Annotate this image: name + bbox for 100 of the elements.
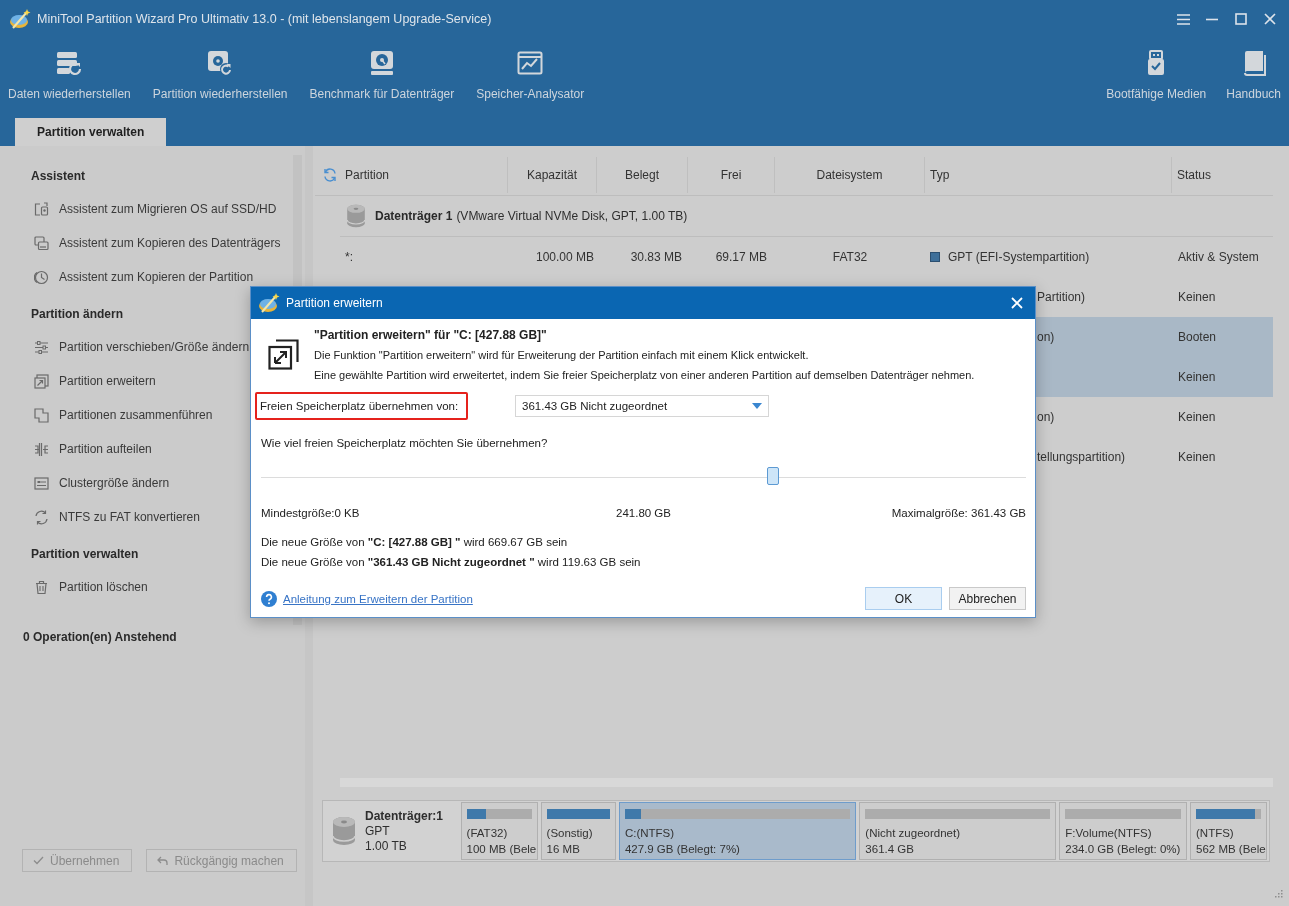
section-title: Partition ändern (31, 306, 123, 323)
toolbar-button[interactable]: Handbuch (1220, 38, 1287, 107)
partition-label: (FAT32) (466, 826, 508, 841)
expand-arrows-icon (34, 373, 49, 389)
caret-icon (752, 403, 762, 409)
dialog-title: Partition erweitern (286, 296, 383, 310)
table-cell-text: 69.17 MB (714, 249, 768, 266)
table-cell-text: Keinen (1177, 449, 1217, 466)
sidebar-item[interactable]: NTFS zu FAT konvertieren (34, 500, 202, 534)
maximize-icon (1235, 13, 1247, 25)
toolbar-button[interactable]: Benchmark für Datenträger (303, 38, 461, 107)
partition-label: (Nicht zugeordnet) (865, 826, 960, 841)
partition-size: 361.4 GB (865, 842, 914, 857)
question-text: Wie viel freien Speicherplatz möchten Sie übernehmen? (261, 436, 548, 451)
square-icon (930, 252, 940, 262)
table-cell-text: Keinen (1177, 409, 1217, 426)
close-icon (1264, 13, 1276, 25)
sidebar-item[interactable]: Partition erweitern (34, 364, 158, 398)
partition-label: F:Volume(NTFS) (1065, 826, 1152, 841)
table-cell: Partition) (1037, 290, 1086, 304)
section-title: Partition verwalten (31, 546, 139, 563)
partition-label: C:(NTFS) (624, 826, 675, 841)
disk-copy-icon (34, 235, 49, 251)
convert-arrows-icon (34, 509, 49, 525)
split-icon (34, 441, 49, 457)
pending-operations: 0 Operation(en) Anstehend (23, 629, 177, 646)
min-size-label: Mindestgröße:0 KB (261, 506, 360, 521)
partition-label: (Sonstig) (546, 826, 593, 841)
column-header[interactable]: Frei (688, 157, 775, 193)
partition-size: 16 MB (546, 842, 580, 857)
cancel-button[interactable]: Abbrechen (949, 587, 1026, 610)
toolbar-button[interactable]: Partition wiederherstellen (146, 38, 294, 107)
column-header[interactable]: Belegt (597, 157, 688, 193)
disk-label: Datenträger:1 (365, 808, 444, 824)
window-title: MiniTool Partition Wizard Pro Ultimativ 13.0 - (mit lebenslangem Upgrade-Service) (37, 12, 492, 26)
partition-block[interactable]: (Nicht zugeordnet) 361.4 GB (859, 802, 1057, 860)
refresh-icon[interactable] (323, 168, 337, 182)
result-text: Die neue Größe von "361.43 GB Nicht zugeordnet " wird 119.63 GB sein (261, 555, 641, 570)
table-cell-text: 30.83 MB (629, 249, 683, 266)
toolbar-button[interactable]: Daten wiederherstellen (2, 38, 137, 107)
sliders-icon (34, 339, 49, 355)
wizard-logo-icon (258, 292, 280, 314)
tab[interactable]: Partition verwalten (15, 118, 167, 146)
partition-size: 427.9 GB (Belegt: 7%) (624, 842, 740, 857)
column-header[interactable]: Status (1172, 157, 1273, 193)
stacked-drives-icon (56, 50, 83, 76)
partition-block[interactable]: C:(NTFS) 427.9 GB (Belegt: 7%) (618, 802, 857, 860)
sidebar-item[interactable]: Assistent zum Kopieren der Partition (34, 260, 256, 294)
column-header[interactable]: Kapazität (508, 157, 597, 193)
column-header[interactable]: Typ (925, 157, 1172, 193)
table-cell-text: Keinen (1177, 289, 1217, 306)
dropdown[interactable]: 361.43 GB Nicht zugeordnet (515, 395, 769, 417)
toolbar-button[interactable]: Bootfähige Medien (1100, 38, 1213, 107)
sidebar-item[interactable]: Partition verschieben/Größe ändern (34, 330, 252, 364)
partition-block[interactable]: F:Volume(NTFS) 234.0 GB (Belegt: 0%) (1059, 802, 1187, 860)
resize-grip-icon[interactable] (1274, 889, 1283, 898)
ok-button[interactable]: OK (865, 587, 942, 610)
table-row[interactable]: *: 100.00 MB 30.83 MB 69.17 MB FAT32 GPT (EFI-Systempartition) Aktiv & System (315, 237, 1273, 277)
current-size-label: 241.80 GB (616, 506, 671, 521)
minimize-icon (1206, 17, 1218, 21)
clock-disk-icon (34, 269, 49, 285)
disk-name: Datenträger 1 (375, 209, 453, 223)
result-text: Die neue Größe von "C: [427.88 GB] " wird 669.67 GB sein (261, 535, 568, 550)
partition-block[interactable]: (FAT32) 100 MB (Bele (460, 802, 538, 860)
column-header[interactable]: Dateisystem (775, 157, 925, 193)
table-cell-text: Aktiv & System (1177, 249, 1260, 266)
partition-scheme: GPT (365, 823, 390, 839)
field-label: Freien Speicherplatz übernehmen von: (255, 392, 468, 420)
chart-window-icon (517, 50, 544, 76)
table-cell-text: Keinen (1177, 369, 1217, 386)
sidebar-item[interactable]: Partition löschen (34, 570, 150, 604)
close-icon (1011, 297, 1023, 309)
partition-block[interactable]: (Sonstig) 16 MB (540, 802, 616, 860)
toolbar-button[interactable]: Speicher-Analysator (470, 38, 591, 107)
table-cell: on) (1037, 410, 1055, 424)
partition-label: (NTFS) (1196, 826, 1234, 841)
help-link[interactable]: Anleitung zum Erweitern der Partition (283, 592, 473, 605)
disk-details: (VMware Virtual NVMe Disk, GPT, 1.00 TB) (456, 209, 688, 223)
table-cell: GPT (EFI-Systempartition) (948, 250, 1090, 264)
table-cell: on) (1037, 330, 1055, 344)
sidebar-item[interactable]: Partitionen zusammenführen (34, 398, 215, 432)
slider-thumb[interactable] (766, 467, 779, 485)
undo-icon (157, 855, 169, 866)
wizard-logo-icon (9, 8, 31, 30)
disk-size: 1.00 TB (365, 838, 407, 854)
partition-size: 562 MB (Bele (1196, 842, 1266, 857)
sidebar-item[interactable]: Partition aufteilen (34, 432, 154, 466)
table-cell-text: 100.00 MB (534, 249, 595, 266)
menu-icon (1176, 13, 1190, 25)
monitor-disk-icon (34, 201, 49, 217)
sidebar-item[interactable]: Clustergröße ändern (34, 466, 172, 500)
column-header[interactable]: Partition (345, 168, 390, 182)
help-icon (261, 590, 277, 607)
partition-block[interactable]: (NTFS) 562 MB (Bele (1190, 802, 1267, 860)
partition-size: 234.0 GB (Belegt: 0%) (1065, 842, 1181, 857)
sidebar-item[interactable]: Assistent zum Kopieren des Datenträgers (34, 226, 283, 260)
sidebar-item[interactable]: Assistent zum Migrieren OS auf SSD/HD (34, 192, 279, 226)
dialog-heading: "Partition erweitern" für "C: [427.88 GB]" (314, 327, 547, 344)
disk-refresh-icon (207, 50, 234, 76)
cluster-icon (34, 475, 49, 491)
